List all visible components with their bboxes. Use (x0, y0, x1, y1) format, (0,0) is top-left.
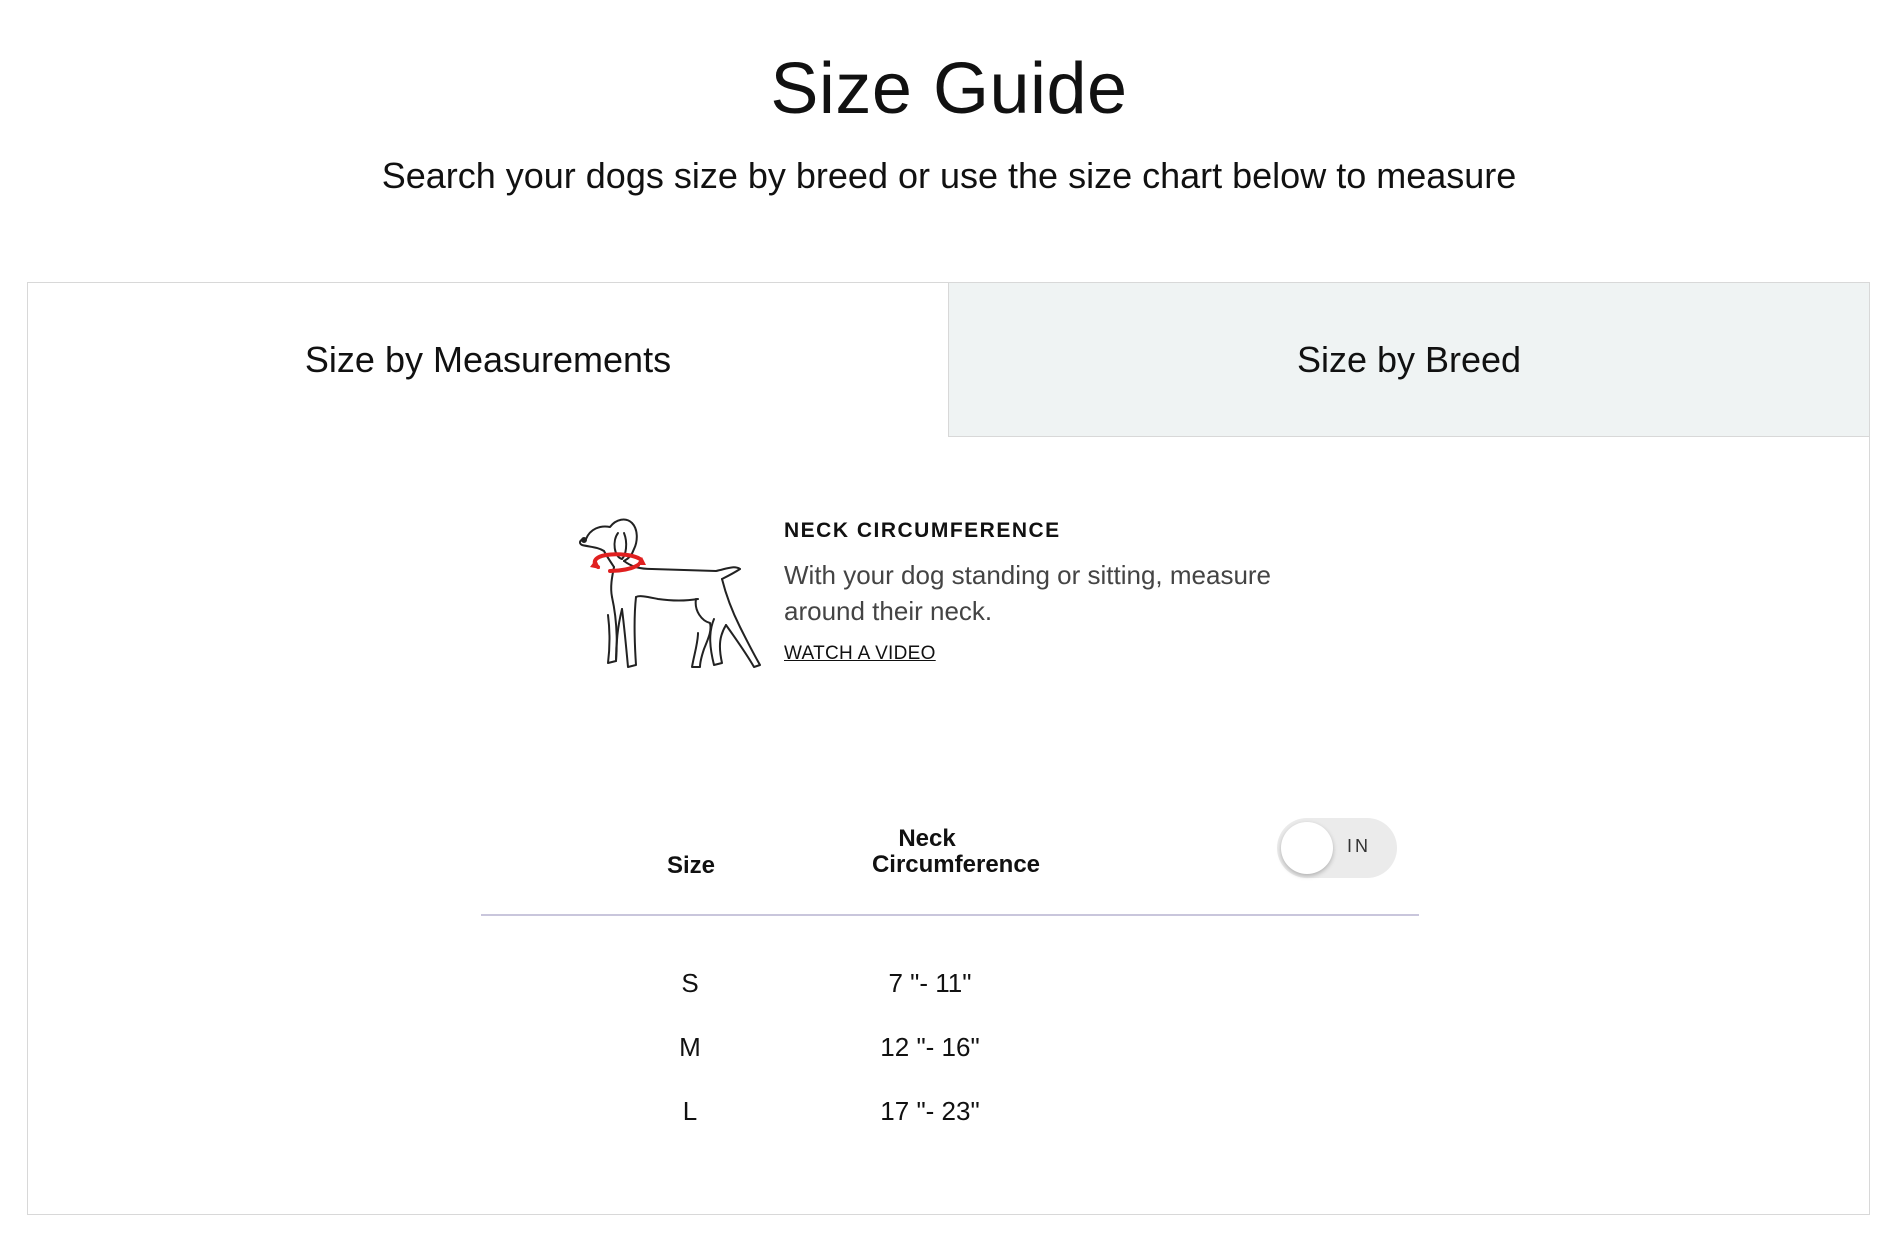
page-title: Size Guide (770, 49, 1128, 129)
table-row: S 7 "- 11" (480, 958, 1418, 1022)
neck-header-line2: Circumference (871, 851, 1041, 878)
dog-neck-measure-icon (578, 518, 761, 668)
measurement-heading: NECK CIRCUMFERENCE (784, 519, 1061, 542)
size-cell: M (679, 1032, 701, 1062)
measurement-text: NECK CIRCUMFERENCE With your dog standin… (784, 515, 1344, 665)
unit-toggle[interactable]: IN (1277, 818, 1397, 878)
size-table-header: Size Neck Circumference IN (481, 818, 1419, 916)
neck-column-header: Neck Circumference (831, 826, 1081, 878)
table-row: M 12 "- 16" (480, 1022, 1418, 1086)
neck-cell: 17 "- 23" (880, 1096, 980, 1126)
size-cell: L (682, 1096, 698, 1126)
size-table-body: S 7 "- 11" M 12 "- 16" L 17 "- 23" (480, 958, 1418, 1150)
page-subtitle: Search your dogs size by breed or use th… (381, 155, 1517, 196)
watch-video-link[interactable]: WATCH A VIDEO (784, 643, 936, 665)
table-row: L 17 "- 23" (480, 1086, 1418, 1150)
size-column-header: Size (666, 852, 716, 879)
neck-header-line1: Neck (898, 825, 956, 852)
neck-cell: 12 "- 16" (880, 1032, 980, 1062)
measurement-description: With your dog standing or sitting, measu… (784, 560, 1272, 626)
tab-size-by-measurements[interactable]: Size by Measurements (28, 283, 948, 437)
tab-size-by-breed[interactable]: Size by Breed (948, 283, 1869, 437)
toggle-knob[interactable] (1281, 822, 1333, 874)
tab-bar: Size by Measurements Size by Breed (28, 283, 1869, 437)
unit-label: IN (1347, 836, 1371, 856)
neck-measurement-section: NECK CIRCUMFERENCE With your dog standin… (576, 515, 1376, 695)
neck-cell: 7 "- 11" (888, 968, 972, 998)
size-cell: S (681, 968, 699, 998)
